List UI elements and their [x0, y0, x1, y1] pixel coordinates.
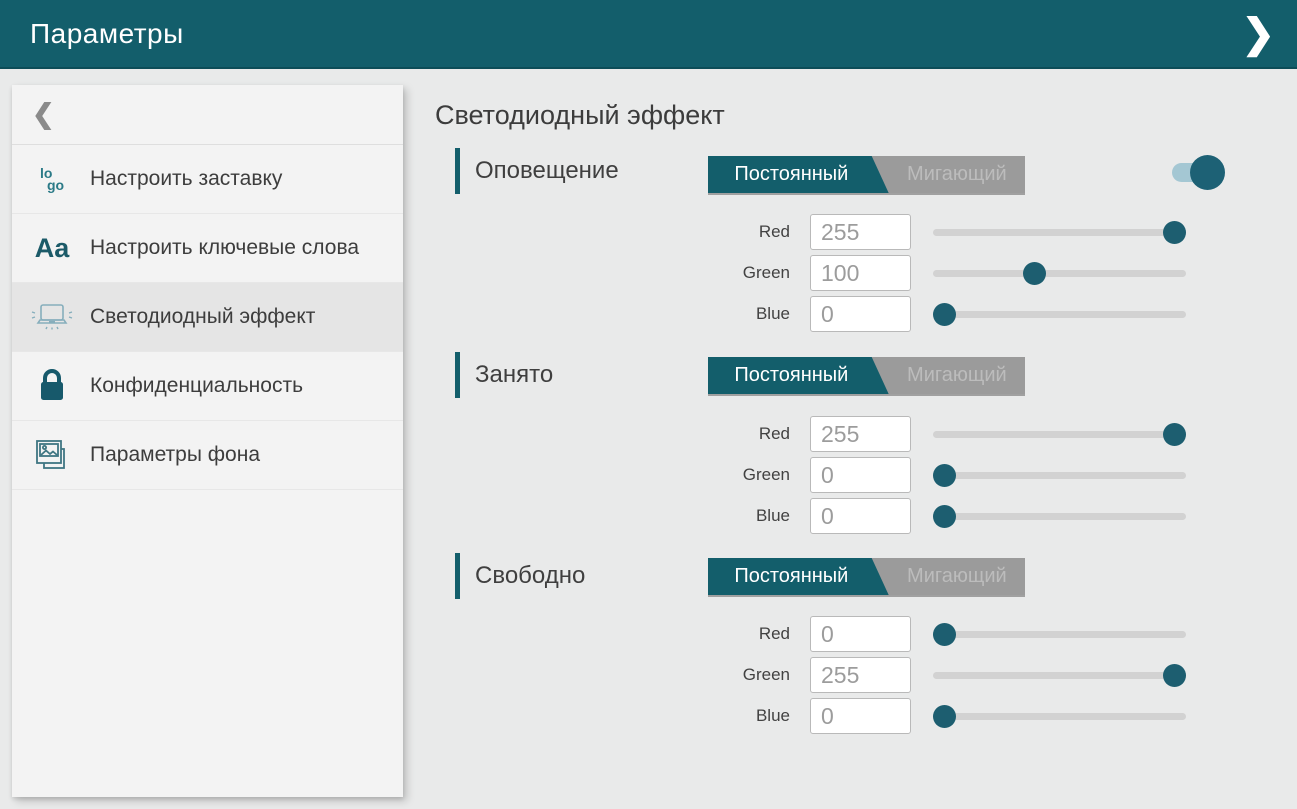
- sidebar-item-label: Светодиодный эффект: [90, 304, 315, 330]
- mode-option-constant[interactable]: Постоянный: [708, 357, 889, 394]
- page-title: Параметры: [30, 18, 184, 50]
- slider-thumb[interactable]: [1163, 221, 1186, 244]
- mode-option-blinking[interactable]: Мигающий: [889, 357, 1025, 394]
- sidebar-item-label: Конфиденциальность: [90, 373, 303, 399]
- mode-option-blinking[interactable]: Мигающий: [889, 558, 1025, 595]
- sidebar-item-privacy[interactable]: Конфиденциальность: [12, 352, 403, 421]
- red-slider: [933, 416, 1186, 453]
- section-header-busy: Занято: [455, 352, 553, 398]
- sidebar-back-button[interactable]: ❮: [12, 85, 403, 145]
- section-header-alert: Оповещение: [455, 148, 619, 194]
- slider-track[interactable]: [933, 631, 1186, 638]
- red-label: Red: [650, 624, 790, 644]
- blue-slider: [933, 296, 1186, 333]
- mode-option-constant[interactable]: Постоянный: [708, 156, 889, 193]
- red-input[interactable]: [810, 616, 911, 652]
- section-name: Свободно: [475, 562, 585, 590]
- slider-track[interactable]: [933, 431, 1186, 438]
- green-input[interactable]: [810, 457, 911, 493]
- slider-track[interactable]: [933, 311, 1186, 318]
- slider-thumb[interactable]: [933, 464, 956, 487]
- green-label: Green: [650, 665, 790, 685]
- green-slider: [933, 657, 1186, 694]
- green-input[interactable]: [810, 255, 911, 291]
- lock-icon: [28, 368, 76, 404]
- blue-label: Blue: [650, 706, 790, 726]
- mode-option-blinking[interactable]: Мигающий: [889, 156, 1025, 193]
- section-accent-bar: [455, 352, 460, 398]
- red-slider: [933, 214, 1186, 251]
- background-image-icon: [28, 437, 76, 473]
- blue-slider: [933, 698, 1186, 735]
- red-label: Red: [650, 424, 790, 444]
- sidebar-item-label: Настроить ключевые слова: [90, 235, 359, 261]
- app-header: Параметры ❯: [0, 0, 1297, 69]
- section-name: Занято: [475, 361, 553, 389]
- sidebar-item-keywords[interactable]: Aa Настроить ключевые слова: [12, 214, 403, 283]
- blue-slider: [933, 498, 1186, 535]
- content-title: Светодиодный эффект: [435, 100, 725, 131]
- green-label: Green: [650, 263, 790, 283]
- sidebar-item-background[interactable]: Параметры фона: [12, 421, 403, 490]
- mode-option-constant[interactable]: Постоянный: [708, 558, 889, 595]
- mode-toggle-busy: Мигающий Постоянный: [708, 357, 1025, 394]
- slider-track[interactable]: [933, 672, 1186, 679]
- chevron-left-icon: ❮: [32, 99, 55, 130]
- red-input[interactable]: [810, 416, 911, 452]
- slider-track[interactable]: [933, 270, 1186, 277]
- section-accent-bar: [455, 148, 460, 194]
- blue-input[interactable]: [810, 296, 911, 332]
- switch-knob: [1190, 155, 1225, 190]
- mode-toggle-alert: Мигающий Постоянный: [708, 156, 1025, 193]
- blue-label: Blue: [650, 506, 790, 526]
- slider-track[interactable]: [933, 713, 1186, 720]
- slider-thumb[interactable]: [1023, 262, 1046, 285]
- slider-thumb[interactable]: [1163, 664, 1186, 687]
- green-label: Green: [650, 465, 790, 485]
- chevron-right-icon[interactable]: ❯: [1241, 14, 1275, 54]
- section-accent-bar: [455, 553, 460, 599]
- red-input[interactable]: [810, 214, 911, 250]
- slider-thumb[interactable]: [933, 505, 956, 528]
- slider-track[interactable]: [933, 513, 1186, 520]
- green-input[interactable]: [810, 657, 911, 693]
- logo-icon: lo go: [28, 167, 76, 191]
- led-screen-icon: [28, 301, 76, 333]
- slider-thumb[interactable]: [933, 303, 956, 326]
- blue-input[interactable]: [810, 498, 911, 534]
- sidebar: ❮ lo go Настроить заставку Aa Настроить …: [12, 85, 403, 797]
- green-slider: [933, 255, 1186, 292]
- slider-thumb[interactable]: [1163, 423, 1186, 446]
- sidebar-item-label: Параметры фона: [90, 442, 260, 468]
- section-name: Оповещение: [475, 157, 619, 185]
- blue-label: Blue: [650, 304, 790, 324]
- green-slider: [933, 457, 1186, 494]
- section-header-free: Свободно: [455, 553, 585, 599]
- mode-toggle-free: Мигающий Постоянный: [708, 558, 1025, 595]
- blue-input[interactable]: [810, 698, 911, 734]
- slider-thumb[interactable]: [933, 623, 956, 646]
- slider-track[interactable]: [933, 472, 1186, 479]
- keywords-text-icon: Aa: [28, 233, 76, 264]
- red-label: Red: [650, 222, 790, 242]
- slider-thumb[interactable]: [933, 705, 956, 728]
- sidebar-item-led-effect[interactable]: Светодиодный эффект: [12, 283, 403, 352]
- sidebar-item-splash-screen[interactable]: lo go Настроить заставку: [12, 145, 403, 214]
- slider-track[interactable]: [933, 229, 1186, 236]
- red-slider: [933, 616, 1186, 653]
- sidebar-item-label: Настроить заставку: [90, 166, 282, 192]
- alert-power-switch[interactable]: [1172, 155, 1226, 191]
